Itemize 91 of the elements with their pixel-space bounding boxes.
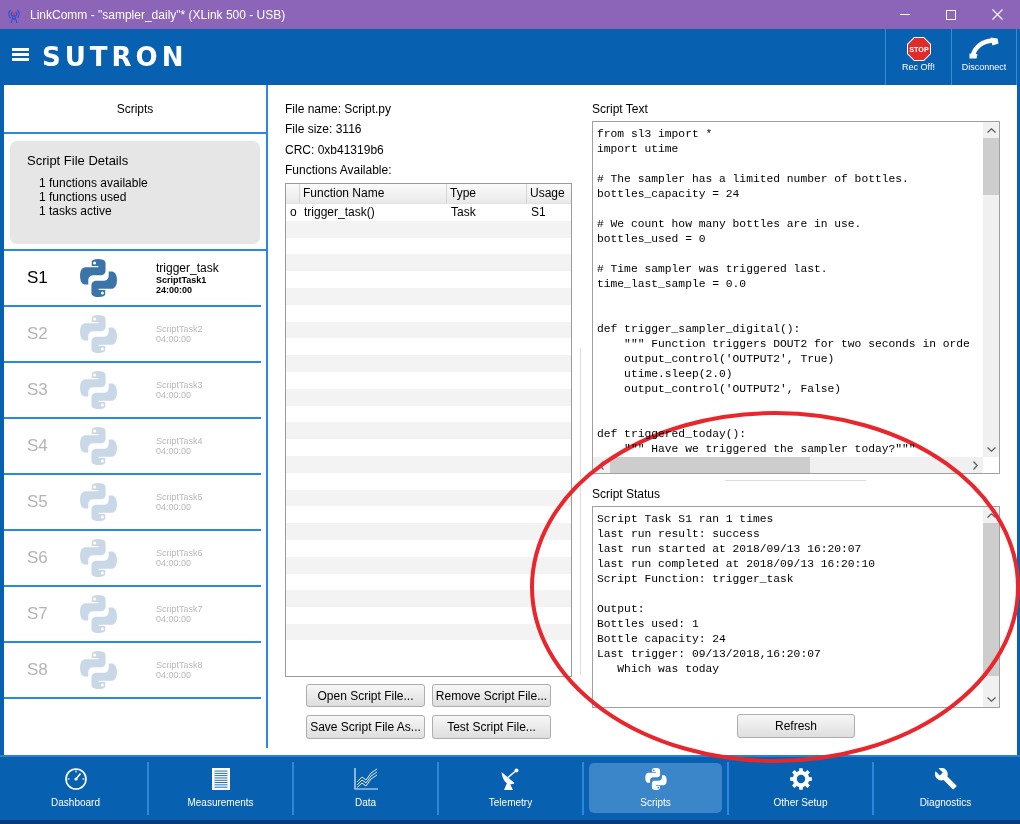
task-interval: 04:00:00 [156,446,192,456]
detail-text: 1 tasks active [39,204,112,218]
task-name: ScriptTask8 [156,660,203,670]
logo-text: SUTRON [42,44,188,70]
nav-tab[interactable]: Dashboard [9,763,142,813]
python-icon [80,259,117,297]
python-icon [80,483,117,521]
panel-title: Scripts [116,101,154,116]
status-text: Script Task S1 ran 1 times last run result: success last run started at 2018/09/13 16:20:07 last run completed at 2018/09/13 16:20:10 Script Function: trigger_task Output: Bottles used: 1 Bottle capacity: 24 Last trigger: 09/13/2018,16:20:07 Which was today [596,512,876,677]
task-name: ScriptTask6 [156,548,203,558]
python-icon [80,315,117,353]
task-name: ScriptTask5 [156,492,203,502]
vertical-scrollbar[interactable] [983,122,999,457]
file-action-button[interactable]: Remove Script File... [432,684,551,708]
task-interval: 04:00:00 [156,558,192,568]
chevron-up-icon[interactable] [986,512,996,518]
task-name: ScriptTask2 [156,324,203,334]
column-header[interactable]: Type [447,184,527,204]
column-header[interactable]: Usage [527,184,571,204]
scrollbar-thumb[interactable] [983,523,999,676]
maximize-icon [946,9,956,20]
minimize-icon [900,14,910,15]
python-icon [80,539,117,577]
python-icon [80,651,117,689]
nav-tab[interactable]: Data [299,763,432,813]
phone-icon [969,37,999,59]
nav-tab[interactable]: Measurements [154,763,287,813]
chevron-right-icon[interactable] [972,460,978,470]
chevron-down-icon[interactable] [986,446,996,452]
task-name: ScriptTask3 [156,380,203,390]
task-interval: 04:00:00 [156,614,192,624]
section-label: Script Status [592,486,661,503]
column-header[interactable]: Function Name [300,184,447,204]
scrollbar-thumb[interactable] [610,457,810,473]
wrench-icon [934,768,957,790]
nav-tab[interactable]: Other Setup [734,763,867,813]
task-name: ScriptTask7 [156,604,203,614]
python-icon [80,595,117,633]
task-name: ScriptTask1 [156,274,207,285]
python-icon [80,427,117,465]
nav-tab[interactable]: Telemetry [444,763,577,813]
detail-text: 1 functions used [39,190,127,204]
close-icon [991,9,1003,20]
file-action-button[interactable]: Test Script File... [432,715,551,740]
satellite-dish-icon [500,768,521,790]
file-action-button[interactable]: Save Script File As... [306,715,425,740]
slot-label: S8 [27,660,48,680]
table-cell-text: o [289,204,298,221]
file-info-text: CRC: 0xb41319b6 [285,141,384,159]
nav-tab[interactable]: Diagnostics [879,763,1012,813]
chevron-down-icon[interactable] [986,696,996,702]
script-slot[interactable]: S1 trigger_task ScriptTask1 24:00:00 [4,251,261,307]
python-icon [644,768,667,790]
section-label: Functions Available: [285,161,392,179]
gear-icon [789,768,812,790]
table-cell-text: trigger_task() [303,204,376,221]
slot-label: S7 [27,604,48,624]
task-interval: 04:00:00 [156,502,192,512]
gauge-icon [64,768,87,790]
window-title: LinkComm - "sampler_daily"* (XLink 500 - USB) [30,7,286,22]
table-cell-text: S1 [530,204,547,221]
table-cell-text: Task [450,204,477,221]
slot-label: S6 [27,548,48,568]
detail-text: 1 functions available [39,176,148,190]
document-icon [211,768,230,790]
refresh-button[interactable]: Refresh [737,714,855,738]
file-info-text: File name: Script.py [285,101,392,118]
card-title: Script File Details [27,153,129,169]
section-label: Script Text [592,101,648,118]
status-text-field[interactable] [592,506,1000,708]
slot-label: S1 [27,268,48,288]
slot-label: S4 [27,436,48,456]
task-interval: 04:00:00 [156,670,192,680]
function-name: trigger_task [156,261,219,275]
slot-label: S3 [27,380,48,400]
file-info-text: File size: 3116 [285,121,362,139]
task-interval: 04:00:00 [156,390,192,400]
slot-label: S2 [27,324,48,344]
slot-label: S5 [27,492,48,512]
menu-icon[interactable] [12,48,29,61]
nav-tab[interactable]: Scripts [589,763,722,813]
vertical-scrollbar[interactable] [983,507,999,707]
horizontal-scrollbar[interactable] [593,457,983,473]
chevron-up-icon[interactable] [986,127,996,133]
python-icon [80,371,117,409]
line-chart-icon [353,768,378,790]
file-action-button[interactable]: Open Script File... [306,684,425,708]
task-interval: 04:00:00 [156,334,192,344]
scrollbar-thumb[interactable] [983,138,999,195]
task-name: ScriptTask4 [156,436,203,446]
task-interval: 24:00:00 [156,284,193,295]
